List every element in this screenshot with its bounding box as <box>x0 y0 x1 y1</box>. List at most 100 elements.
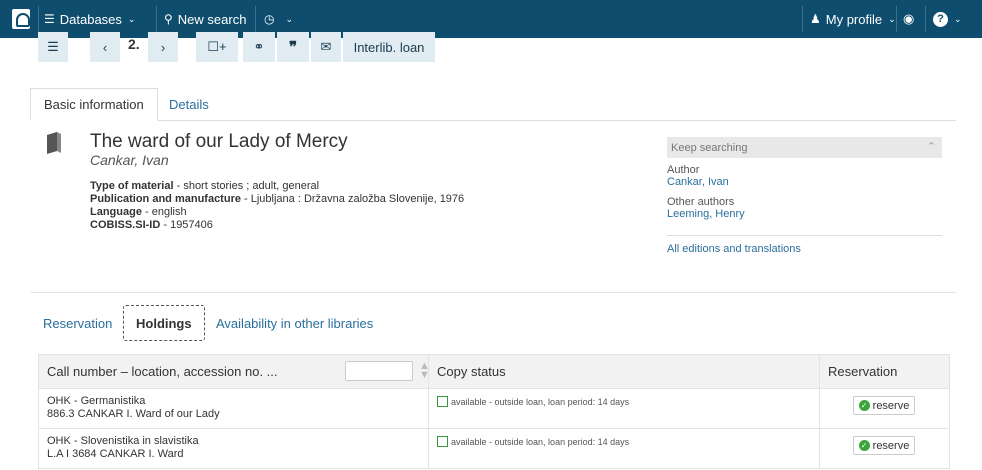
record-position: 2. <box>128 36 140 52</box>
chevron-down-icon: ⌄ <box>127 13 136 24</box>
available-checkbox-icon <box>437 436 448 447</box>
other-authors-heading: Other authors <box>667 196 735 208</box>
databases-label: Databases <box>59 11 122 27</box>
tab-basic-information-label: Basic information <box>44 97 144 112</box>
bookmark-plus-icon: ☐+ <box>207 39 227 54</box>
column-reservation: Reservation <box>828 364 898 379</box>
my-profile-menu[interactable]: ♟ My profile ⌄ <box>810 0 896 38</box>
user-icon: ♟ <box>810 12 821 26</box>
holding-call-number: L.A I 3684 CANKAR I. Ward <box>47 448 184 460</box>
copy-status: available - outside loan, loan period: 1… <box>437 436 629 447</box>
author-heading: Author <box>667 164 700 176</box>
meta-label: Language <box>90 206 142 218</box>
list-icon: ☰ <box>47 39 59 54</box>
author-link[interactable]: Cankar, Ivan <box>667 176 729 188</box>
column-divider <box>819 355 820 388</box>
check-circle-icon: ✓ <box>858 400 870 411</box>
interlibrary-loan-label: Interlib. loan <box>353 39 425 55</box>
holding-location: OHK - Germanistika <box>47 395 146 407</box>
search-icon: ⚲ <box>164 12 173 26</box>
call-number-filter-input[interactable] <box>345 361 413 381</box>
permalink-button[interactable]: ⚭ <box>243 32 275 62</box>
results-list-button[interactable]: ☰ <box>38 32 68 62</box>
section-divider <box>30 292 956 293</box>
all-editions-link[interactable]: All editions and translations <box>667 243 801 255</box>
reserve-label: reserve <box>872 439 910 452</box>
chevron-down-icon: ⌄ <box>888 13 896 24</box>
quote-icon: ❞ <box>288 39 298 56</box>
cite-button[interactable]: ❞ <box>277 32 309 62</box>
holdings-table-header: Call number – location, accession no. ..… <box>38 354 950 389</box>
previous-record-button[interactable]: ‹ <box>90 32 120 62</box>
tab-availability-label: Availability in other libraries <box>216 315 374 331</box>
link-icon: ⚭ <box>253 39 265 54</box>
holding-call-number: 886.3 CANKAR I. Ward of our Lady <box>47 408 220 420</box>
cobiss-id: COBISS.SI-ID - 1957406 <box>90 219 213 231</box>
publication-info: Publication and manufacture - Ljubljana … <box>90 193 464 205</box>
nav-divider <box>156 6 157 32</box>
copy-status-text: available - outside loan, loan period: 1… <box>451 396 630 407</box>
copy-status-text: available - outside loan, loan period: 1… <box>451 436 630 447</box>
email-button[interactable]: ✉ <box>311 32 341 62</box>
chevron-left-icon: ‹ <box>102 39 108 55</box>
meta-value: - short stories ; adult, general <box>173 180 320 192</box>
nav-divider <box>802 6 803 32</box>
nav-divider <box>255 6 256 32</box>
holdings-tabs: Reservation Holdings Availability in oth… <box>30 305 956 341</box>
home-logo[interactable] <box>8 0 34 38</box>
next-record-button[interactable]: › <box>148 32 178 62</box>
nav-divider <box>896 6 897 32</box>
keep-searching-panel[interactable]: Keep searching ⌃ <box>667 137 942 158</box>
nav-divider <box>925 6 926 32</box>
meta-value: - Ljubljana : Državna založba Slovenije,… <box>240 193 465 205</box>
meta-label: Type of material <box>90 180 174 192</box>
tab-availability-other-libraries[interactable]: Availability in other libraries <box>216 305 373 341</box>
interlibrary-loan-button[interactable]: Interlib. loan <box>343 32 435 62</box>
help-menu[interactable]: ? ⌄ <box>933 0 962 38</box>
holding-location: OHK - Slovenistika in slavistika <box>47 435 199 447</box>
library-logo-icon <box>12 9 30 29</box>
chevron-down-icon: ⌄ <box>285 13 294 24</box>
tab-holdings-label: Holdings <box>136 315 192 331</box>
accessibility-view-button[interactable]: ◉ <box>903 0 914 38</box>
cell-divider <box>428 429 429 468</box>
tab-details[interactable]: Details <box>156 88 222 121</box>
available-checkbox-icon <box>437 396 448 407</box>
column-divider <box>428 355 429 388</box>
database-icon: ☰ <box>44 12 55 26</box>
meta-value: - 1957406 <box>160 219 213 231</box>
reserve-button[interactable]: ✓ reserve <box>853 436 915 455</box>
chevron-up-icon: ⌃ <box>926 141 936 153</box>
cell-divider <box>819 389 820 428</box>
copy-status: available - outside loan, loan period: 1… <box>437 396 629 407</box>
add-to-bookmarks-button[interactable]: ☐+ <box>196 32 238 62</box>
language-info: Language - english <box>90 206 187 218</box>
material-type: Type of material - short stories ; adult… <box>90 180 319 192</box>
cell-divider <box>428 389 429 428</box>
record-title: The ward of our Lady of Mercy <box>90 131 348 152</box>
tab-basic-information[interactable]: Basic information <box>30 88 158 121</box>
record-author: Cankar, Ivan <box>90 152 169 168</box>
tab-holdings[interactable]: Holdings <box>123 305 205 341</box>
keep-searching-label: Keep searching <box>671 141 748 154</box>
clock-icon: ◷ <box>264 12 275 26</box>
my-profile-label: My profile <box>825 11 883 27</box>
other-author-link[interactable]: Leeming, Henry <box>667 208 745 220</box>
book-icon <box>47 132 61 154</box>
help-icon: ? <box>933 11 948 27</box>
chevron-right-icon: › <box>160 39 166 55</box>
column-copy-status: Copy status <box>437 364 506 379</box>
divider <box>667 235 942 236</box>
meta-value: - english <box>141 206 187 218</box>
table-row: OHK - Slovenistika in slavistika L.A I 3… <box>38 429 950 469</box>
nav-divider <box>38 6 39 32</box>
check-circle-icon: ✓ <box>858 440 870 451</box>
tab-reservation[interactable]: Reservation <box>43 305 112 341</box>
reserve-label: reserve <box>872 399 910 412</box>
table-row: OHK - Germanistika 886.3 CANKAR I. Ward … <box>38 389 950 429</box>
meta-label: COBISS.SI-ID <box>90 219 161 231</box>
cell-divider <box>819 429 820 468</box>
reserve-button[interactable]: ✓ reserve <box>853 396 915 415</box>
tab-details-label: Details <box>169 97 209 112</box>
meta-label: Publication and manufacture <box>90 193 241 205</box>
